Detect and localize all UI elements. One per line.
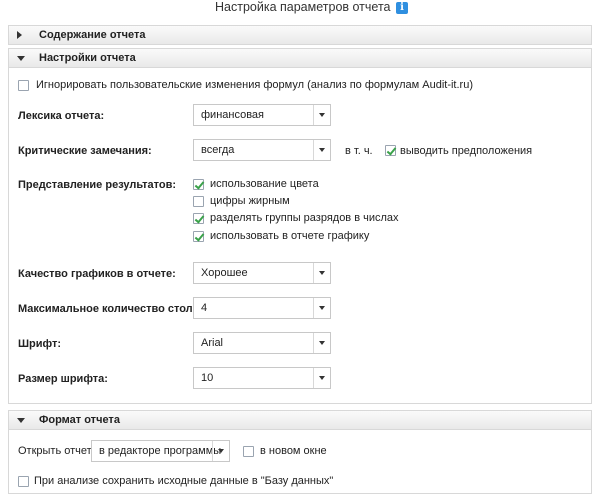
lexicon-select[interactable]: финансовая xyxy=(193,104,331,126)
chart-quality-label: Качество графиков в отчете: xyxy=(18,268,176,280)
chevron-right-icon xyxy=(17,31,22,39)
assumptions-label: выводить предположения xyxy=(400,145,533,157)
chevron-down-icon xyxy=(17,418,25,423)
ignore-changes-label: Игнорировать пользовательские изменения … xyxy=(36,79,473,91)
lexicon-label: Лексика отчета: xyxy=(18,110,105,122)
font-size-value: 10 xyxy=(201,372,214,384)
font-value: Arial xyxy=(201,337,224,349)
section-settings-header[interactable]: Настройки отчета xyxy=(8,48,592,68)
open-report-select[interactable]: в редакторе программы xyxy=(91,440,230,462)
section-content-label: Содержание отчета xyxy=(39,29,146,41)
chevron-down-icon[interactable] xyxy=(313,140,330,160)
bold-digits-label: цифры жирным xyxy=(210,195,290,207)
chevron-down-icon[interactable] xyxy=(313,298,330,318)
use-color-checkbox[interactable] xyxy=(193,179,204,190)
critical-incl-label: в т. ч. xyxy=(345,145,373,157)
section-format-label: Формат отчета xyxy=(39,414,120,426)
lexicon-value: финансовая xyxy=(201,109,264,121)
ignore-changes-checkbox[interactable] xyxy=(18,80,29,91)
chevron-down-icon[interactable] xyxy=(212,441,229,461)
max-columns-value: 4 xyxy=(201,302,208,314)
chevron-down-icon[interactable] xyxy=(313,368,330,388)
digit-groups-label: разделять группы разрядов в числах xyxy=(210,212,399,224)
use-graphics-label: использовать в отчете графику xyxy=(210,230,370,242)
save-source-checkbox[interactable] xyxy=(18,476,29,487)
critical-label: Критические замечания: xyxy=(18,145,152,157)
font-label: Шрифт: xyxy=(18,338,62,350)
chart-quality-select[interactable]: Хорошее xyxy=(193,262,331,284)
page-title: Настройка параметров отчета xyxy=(215,0,391,14)
font-size-select[interactable]: 10 xyxy=(193,367,331,389)
open-report-label: Открыть отчет: xyxy=(18,445,95,457)
new-window-label: в новом окне xyxy=(260,445,327,457)
chevron-down-icon[interactable] xyxy=(313,105,330,125)
assumptions-checkbox[interactable] xyxy=(385,145,396,156)
digit-groups-checkbox[interactable] xyxy=(193,213,204,224)
critical-value: всегда xyxy=(201,144,235,156)
chevron-down-icon[interactable] xyxy=(313,263,330,283)
chart-quality-value: Хорошее xyxy=(201,267,248,279)
chevron-down-icon xyxy=(17,56,25,61)
section-settings-label: Настройки отчета xyxy=(39,52,136,64)
section-format-header[interactable]: Формат отчета xyxy=(8,410,592,430)
max-columns-select[interactable]: 4 xyxy=(193,297,331,319)
font-size-label: Размер шрифта: xyxy=(18,373,108,385)
new-window-checkbox[interactable] xyxy=(243,446,254,457)
font-select[interactable]: Arial xyxy=(193,332,331,354)
critical-select[interactable]: всегда xyxy=(193,139,331,161)
open-report-value: в редакторе программы xyxy=(99,445,222,457)
chevron-down-icon[interactable] xyxy=(313,333,330,353)
use-graphics-checkbox[interactable] xyxy=(193,231,204,242)
presentation-label: Представление результатов: xyxy=(18,179,177,191)
bold-digits-checkbox[interactable] xyxy=(193,196,204,207)
page-title-row: Настройка параметров отчета i xyxy=(0,0,600,22)
use-color-label: использование цвета xyxy=(210,178,319,190)
save-source-label: При анализе сохранить исходные данные в … xyxy=(34,475,334,487)
info-icon[interactable]: i xyxy=(396,2,408,14)
section-content-header[interactable]: Содержание отчета xyxy=(8,25,592,45)
